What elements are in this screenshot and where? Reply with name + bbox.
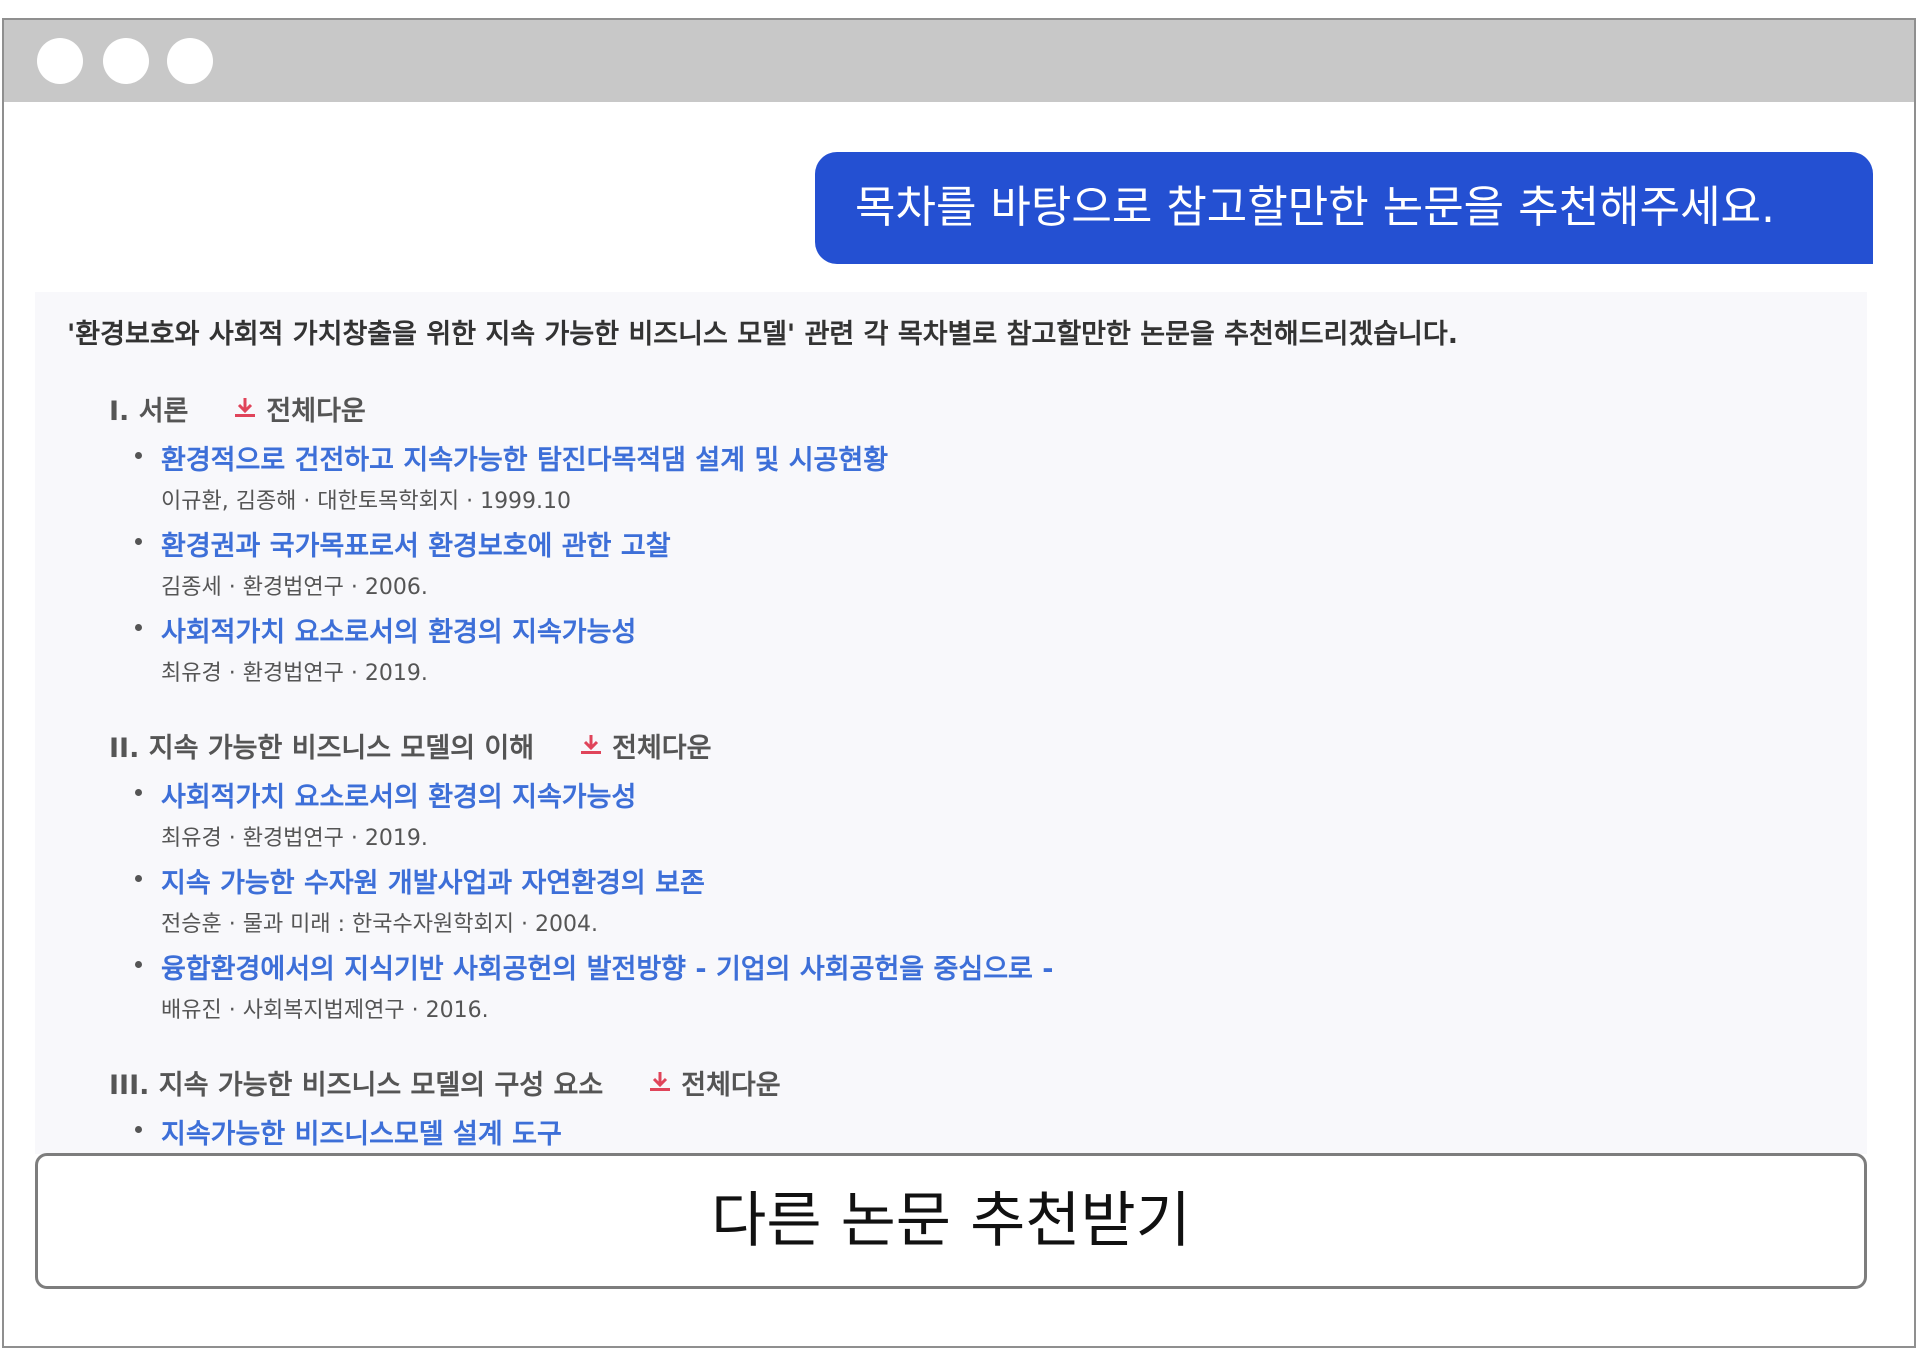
paper-title-link[interactable]: 융합환경에서의 지식기반 사회공헌의 발전방향 - 기업의 사회공헌을 중심으로… [161,947,1054,986]
paper-meta: 배유진 · 사회복지법제연구 · 2016. [161,998,489,1023]
toc-section: II. 지속 가능한 비즈니스 모델의 이해 전체다운 사회적가치 요소로서의 … [109,725,1054,1033]
toc-section: III. 지속 가능한 비즈니스 모델의 구성 요소 전체다운 지속가능한 비즈… [109,1062,781,1154]
bullet [135,538,142,545]
paper-meta: 전승훈 · 물과 미래 : 한국수자원학회지 · 2004. [161,912,598,937]
download-all-button[interactable]: 전체다운 [578,726,711,765]
window-titlebar [4,20,1914,102]
section-title: II. 지속 가능한 비즈니스 모델의 이해 [109,732,535,764]
paper-title-link[interactable]: 사회적가치 요소로서의 환경의 지속가능성 [161,775,636,814]
paper-title-link[interactable]: 환경권과 국가목표로서 환경보호에 관한 고찰 [161,524,671,563]
paper-item: 사회적가치 요소로서의 환경의 지속가능성 최유경 · 환경법연구 · 2019… [113,610,636,696]
paper-title-link[interactable]: 지속가능한 비즈니스모델 설계 도구 [161,1112,562,1151]
section-title: III. 지속 가능한 비즈니스 모델의 구성 요소 [109,1069,604,1101]
window-control-dot[interactable] [37,38,83,84]
download-all-button[interactable]: 전체다운 [647,1063,781,1102]
paper-meta: 김종세 · 환경법연구 · 2006. [161,575,428,600]
paper-item: 지속가능한 비즈니스모델 설계 도구 [113,1112,781,1154]
toc-section: I. 서론 전체다운 환경적으로 건전하고 지속가능한 탐진다목적댐 설계 및 … [109,388,888,696]
paper-title-link[interactable]: 사회적가치 요소로서의 환경의 지속가능성 [161,610,636,649]
paper-item: 환경권과 국가목표로서 환경보호에 관한 고찰 김종세 · 환경법연구 · 20… [113,524,671,610]
user-message-bubble: 목차를 바탕으로 참고할만한 논문을 추천해주세요. [815,152,1873,264]
download-all-label: 전체다운 [612,732,712,764]
window-control-dot[interactable] [167,38,213,84]
paper-meta: 최유경 · 환경법연구 · 2019. [161,661,428,686]
bullet [135,961,142,968]
download-all-button[interactable]: 전체다운 [232,389,366,428]
paper-title-link[interactable]: 환경적으로 건전하고 지속가능한 탐진다목적댐 설계 및 시공현황 [161,438,888,477]
bullet [135,452,142,459]
assistant-reply: '환경보호와 사회적 가치창출을 위한 지속 가능한 비즈니스 모델' 관련 각… [35,292,1867,1154]
bullet [135,789,142,796]
paper-item: 융합환경에서의 지식기반 사회공헌의 발전방향 - 기업의 사회공헌을 중심으로… [113,947,1054,1033]
paper-meta: 이규환, 김종해 · 대한토목학회지 · 1999.10 [161,489,572,514]
paper-item: 지속 가능한 수자원 개발사업과 자연환경의 보존 전승훈 · 물과 미래 : … [113,861,711,947]
paper-item: 사회적가치 요소로서의 환경의 지속가능성 최유경 · 환경법연구 · 2019… [113,775,711,861]
bullet [135,875,142,882]
reply-intro: '환경보호와 사회적 가치창출을 위한 지속 가능한 비즈니스 모델' 관련 각… [67,319,1458,350]
bullet [135,624,142,631]
download-icon [235,398,256,417]
download-all-label: 전체다운 [681,1069,781,1101]
download-icon [581,735,602,754]
window-control-dot[interactable] [103,38,149,84]
paper-item: 환경적으로 건전하고 지속가능한 탐진다목적댐 설계 및 시공현황 이규환, 김… [113,438,888,524]
section-title: I. 서론 [109,395,189,427]
paper-meta: 최유경 · 환경법연구 · 2019. [161,826,428,851]
download-all-label: 전체다운 [266,395,366,427]
bullet [135,1126,142,1133]
recommend-other-papers-button[interactable]: 다른 논문 추천받기 [35,1153,1867,1289]
download-icon [650,1072,671,1091]
paper-title-link[interactable]: 지속 가능한 수자원 개발사업과 자연환경의 보존 [161,861,705,900]
